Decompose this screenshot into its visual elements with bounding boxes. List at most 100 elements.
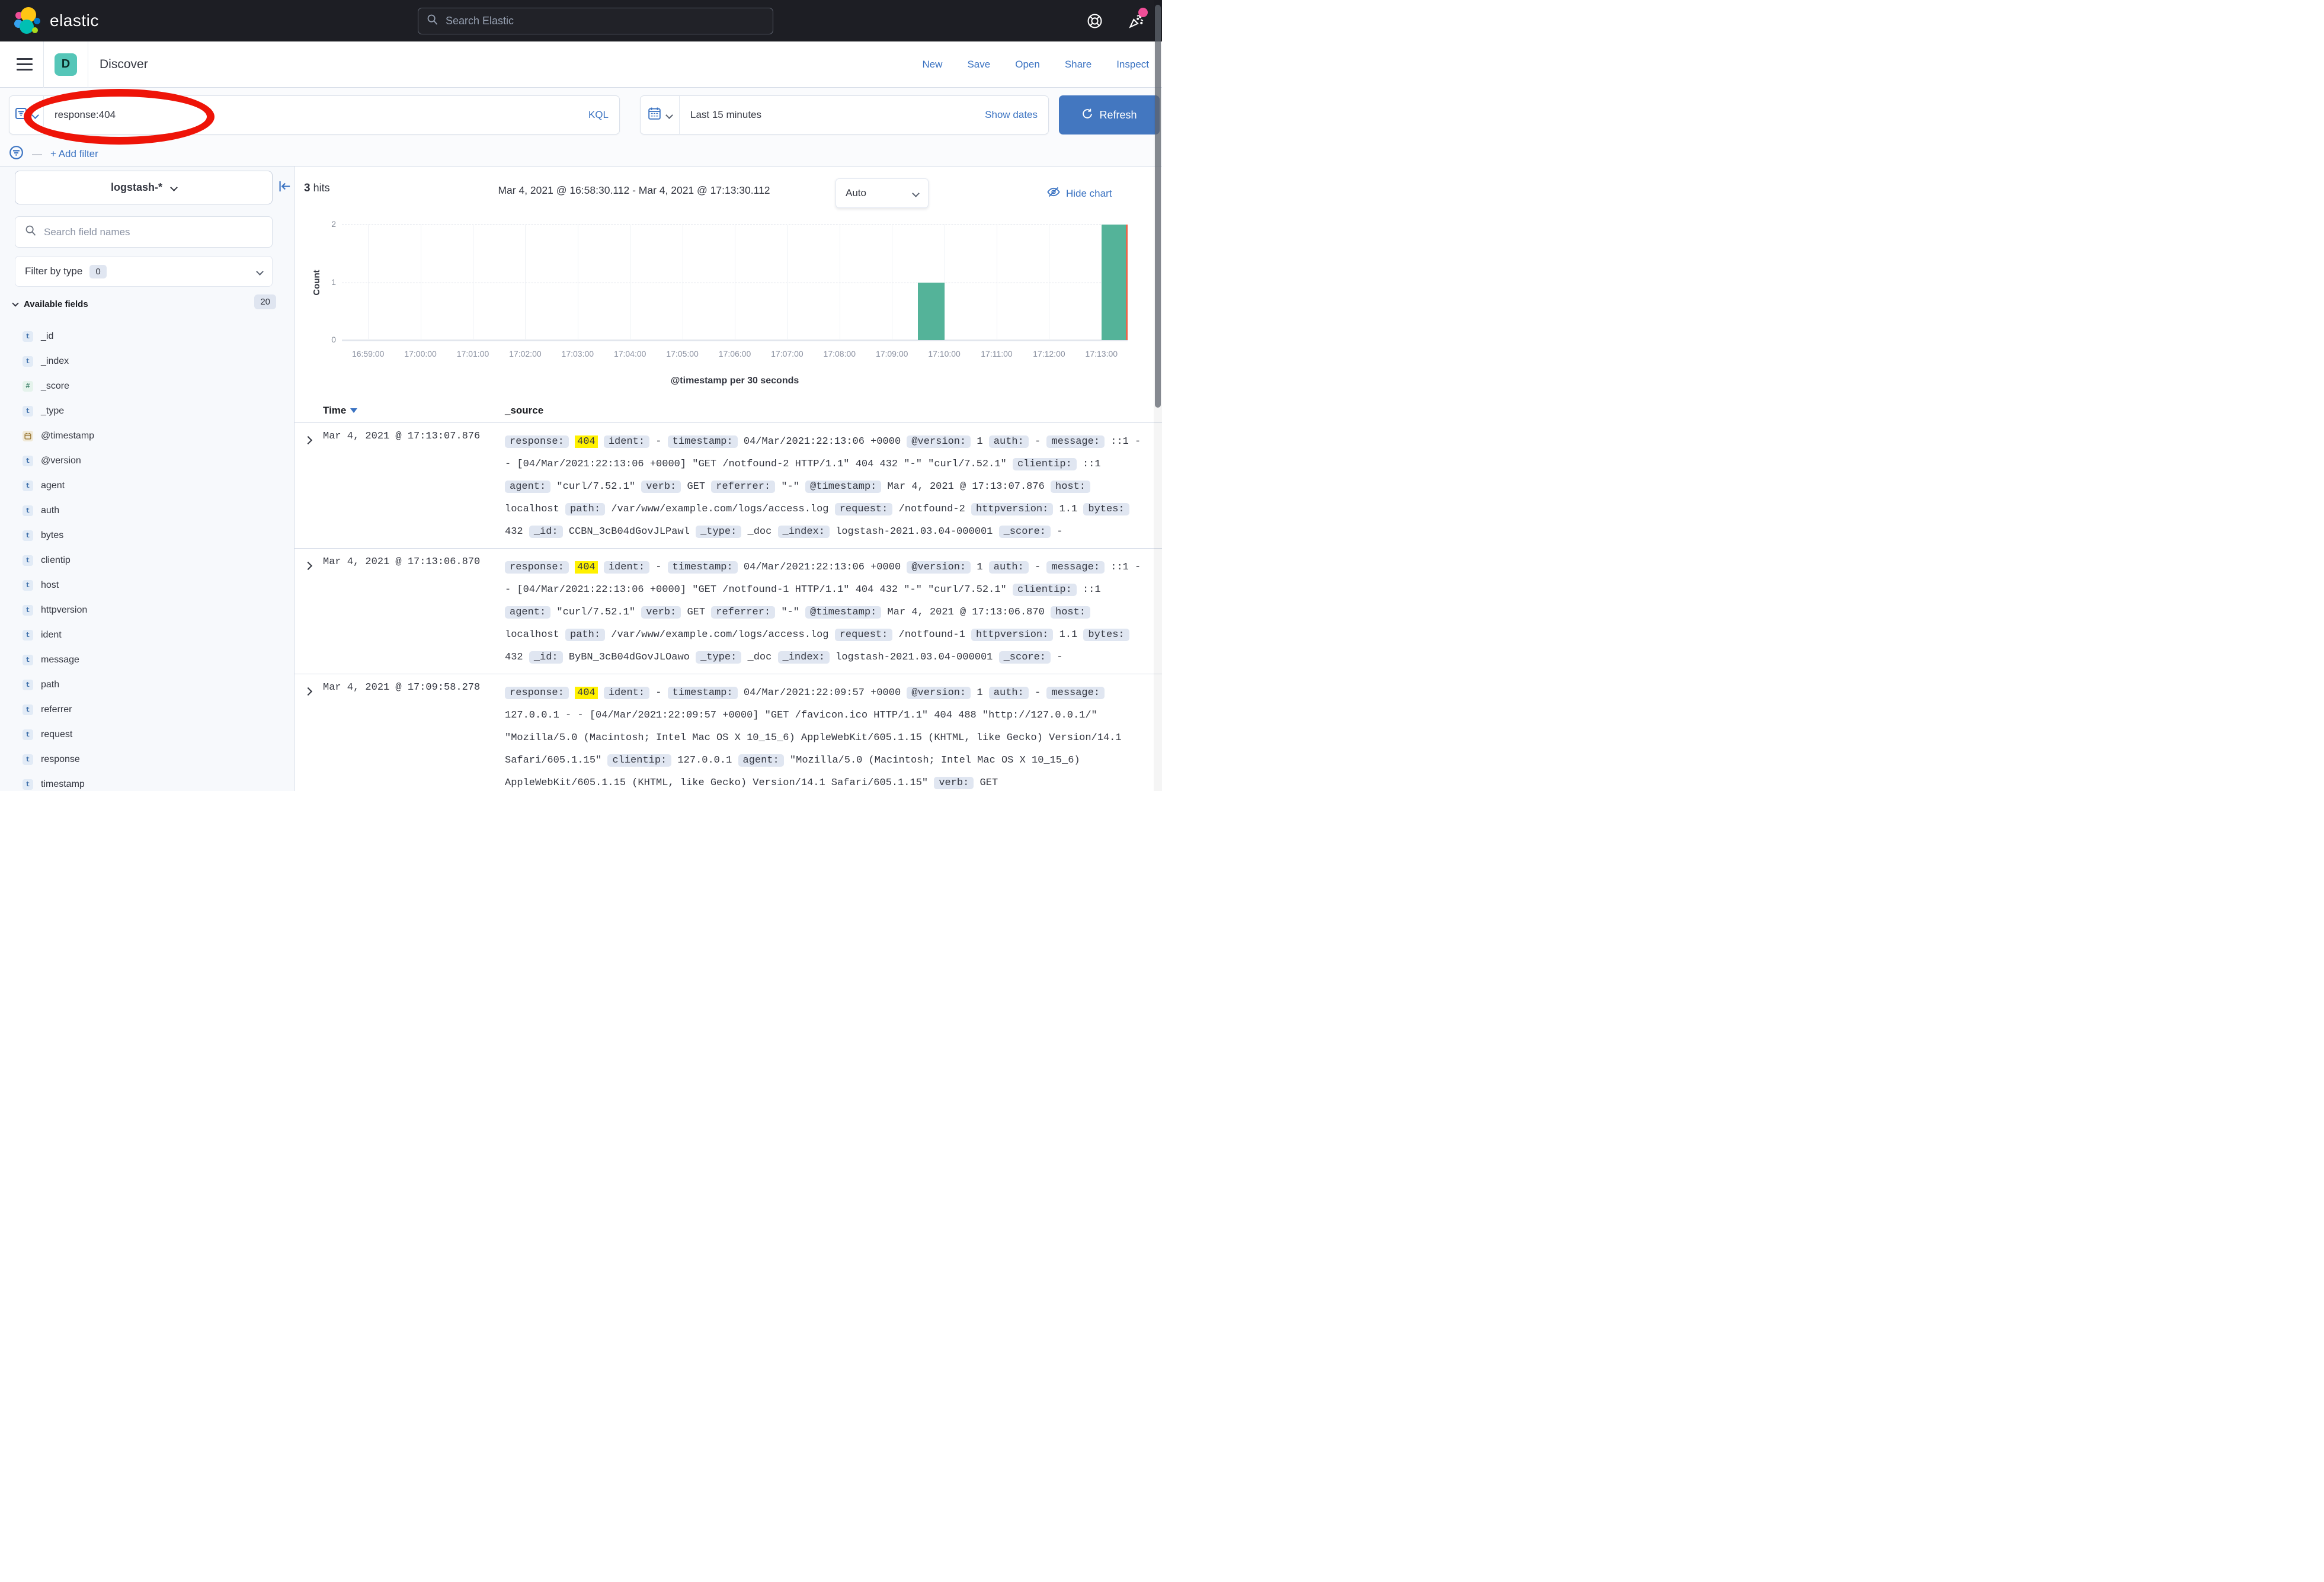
field-value: /var/www/example.com/logs/access.log [611, 629, 828, 641]
field-item-@version[interactable]: t@version [0, 449, 294, 473]
field-key-badge: host: [1051, 481, 1090, 493]
field-value: "-" [781, 607, 799, 618]
scrollbar-thumb[interactable] [1155, 5, 1161, 408]
field-value: Mar 4, 2021 @ 17:13:06.870 [888, 607, 1045, 618]
query-bar[interactable]: KQL [9, 95, 620, 134]
row-source: response: 404 ident: - timestamp: 04/Mar… [505, 431, 1144, 543]
available-fields-toggle[interactable]: Available fields [13, 299, 88, 309]
field-key-badge: verb: [641, 481, 681, 493]
field-item-_type[interactable]: t_type [0, 399, 294, 424]
sort-desc-icon [350, 408, 357, 413]
saved-query-menu[interactable] [9, 96, 44, 134]
share-button[interactable]: Share [1065, 59, 1091, 71]
filter-list-icon[interactable] [9, 145, 24, 163]
field-key-badge: verb: [934, 777, 974, 789]
date-picker[interactable]: Last 15 minutes Show dates [640, 95, 1049, 134]
column-header-time[interactable]: Time [323, 405, 357, 417]
row-source: response: 404 ident: - timestamp: 04/Mar… [505, 682, 1144, 791]
x-axis-tick: 17:09:00 [876, 349, 908, 358]
expand-row-icon[interactable] [304, 436, 312, 444]
field-value: GET [687, 607, 705, 618]
add-filter-button[interactable]: + Add filter [50, 148, 98, 160]
field-item-referrer[interactable]: treferrer [0, 697, 294, 722]
newsfeed-party-icon[interactable] [1128, 12, 1144, 29]
index-pattern-select[interactable]: logstash-* [15, 171, 273, 204]
histogram-bar-17:09:30[interactable] [918, 283, 944, 341]
global-search-input[interactable] [446, 15, 742, 27]
field-item-message[interactable]: tmessage [0, 648, 294, 672]
query-language-button[interactable]: KQL [588, 109, 619, 121]
fields-list: t_idt_index#_scoret_type@timestampt@vers… [0, 324, 294, 791]
field-key-badge: request: [835, 503, 893, 515]
field-key-badge: clientip: [607, 754, 671, 767]
field-value: 1 [977, 562, 982, 573]
table-row: Mar 4, 2021 @ 17:09:58.278response: 404 … [294, 674, 1162, 791]
field-item-auth[interactable]: tauth [0, 498, 294, 523]
field-search-input[interactable] [44, 226, 245, 238]
save-button[interactable]: Save [967, 59, 990, 71]
field-item-bytes[interactable]: tbytes [0, 523, 294, 548]
x-axis-tick: 17:12:00 [1033, 349, 1065, 358]
x-axis-tick: 17:08:00 [824, 349, 856, 358]
menu-hamburger-icon[interactable] [17, 58, 33, 71]
field-item-host[interactable]: thost [0, 573, 294, 598]
field-key-badge: referrer: [711, 606, 775, 619]
field-item-timestamp[interactable]: ttimestamp [0, 772, 294, 791]
documents-table: Mar 4, 2021 @ 17:13:07.876 response: 404 … [294, 423, 1162, 791]
string-type-icon: t [23, 704, 33, 715]
scrollbar[interactable] [1154, 0, 1162, 791]
field-label: _id [41, 331, 53, 342]
open-button[interactable]: Open [1015, 59, 1040, 71]
field-item-path[interactable]: tpath [0, 672, 294, 697]
field-value: logstash-2021.03.04-000001 [836, 652, 993, 663]
show-dates-button[interactable]: Show dates [985, 109, 1038, 121]
discover-app-badge[interactable]: D [55, 53, 77, 76]
filter-by-type-select[interactable]: Filter by type 0 [15, 256, 273, 287]
time-range-value[interactable]: Last 15 minutes [690, 109, 761, 121]
discover-main: 3 hits Mar 4, 2021 @ 16:58:30.112 - Mar … [294, 166, 1162, 791]
field-item-@timestamp[interactable]: @timestamp [0, 424, 294, 449]
field-item-_index[interactable]: t_index [0, 349, 294, 374]
chevron-down-icon [12, 300, 18, 306]
chevron-down-icon [912, 190, 920, 197]
string-type-icon: t [23, 729, 33, 740]
field-item-clientip[interactable]: tclientip [0, 548, 294, 573]
field-value: /var/www/example.com/logs/access.log [611, 504, 828, 515]
hits-count: 3 hits [304, 182, 330, 195]
field-search-box[interactable] [15, 216, 273, 248]
inspect-button[interactable]: Inspect [1116, 59, 1149, 71]
field-value: - [1035, 562, 1041, 573]
global-search-box[interactable] [418, 8, 773, 34]
query-input[interactable] [44, 109, 588, 121]
field-item-_score[interactable]: #_score [0, 374, 294, 399]
field-item-httpversion[interactable]: thttpversion [0, 598, 294, 623]
field-key-badge: timestamp: [668, 687, 738, 699]
interval-select[interactable]: Auto [836, 178, 929, 208]
x-axis-tick: 17:00:00 [404, 349, 437, 358]
help-lifebuoy-icon[interactable] [1086, 12, 1103, 29]
field-item-agent[interactable]: tagent [0, 473, 294, 498]
field-value: localhost [505, 629, 559, 641]
new-button[interactable]: New [922, 59, 942, 71]
fields-sidebar: logstash-* Filter by type 0 Available fi… [0, 166, 294, 791]
field-item-_id[interactable]: t_id [0, 324, 294, 349]
field-key-badge: @timestamp: [805, 606, 881, 619]
field-label: httpversion [41, 605, 87, 616]
histogram-bar-17:13:00[interactable] [1102, 225, 1128, 340]
field-value: 1.1 [1059, 504, 1078, 515]
field-value: - [655, 436, 661, 447]
date-quick-menu[interactable] [641, 96, 680, 134]
expand-row-icon[interactable] [304, 562, 312, 570]
field-key-badge: _id: [529, 651, 563, 664]
x-axis-tick: 17:10:00 [928, 349, 961, 358]
field-item-request[interactable]: trequest [0, 722, 294, 747]
field-item-response[interactable]: tresponse [0, 747, 294, 772]
collapse-sidebar-icon[interactable] [278, 180, 292, 196]
row-timestamp: Mar 4, 2021 @ 17:13:07.876 [323, 431, 480, 442]
field-value: 04/Mar/2021:22:09:57 +0000 [744, 687, 901, 699]
refresh-icon [1081, 108, 1093, 123]
expand-row-icon[interactable] [304, 687, 312, 696]
field-item-ident[interactable]: tident [0, 623, 294, 648]
hide-chart-button[interactable]: Hide chart [1047, 185, 1112, 201]
refresh-button[interactable]: Refresh [1059, 95, 1160, 134]
